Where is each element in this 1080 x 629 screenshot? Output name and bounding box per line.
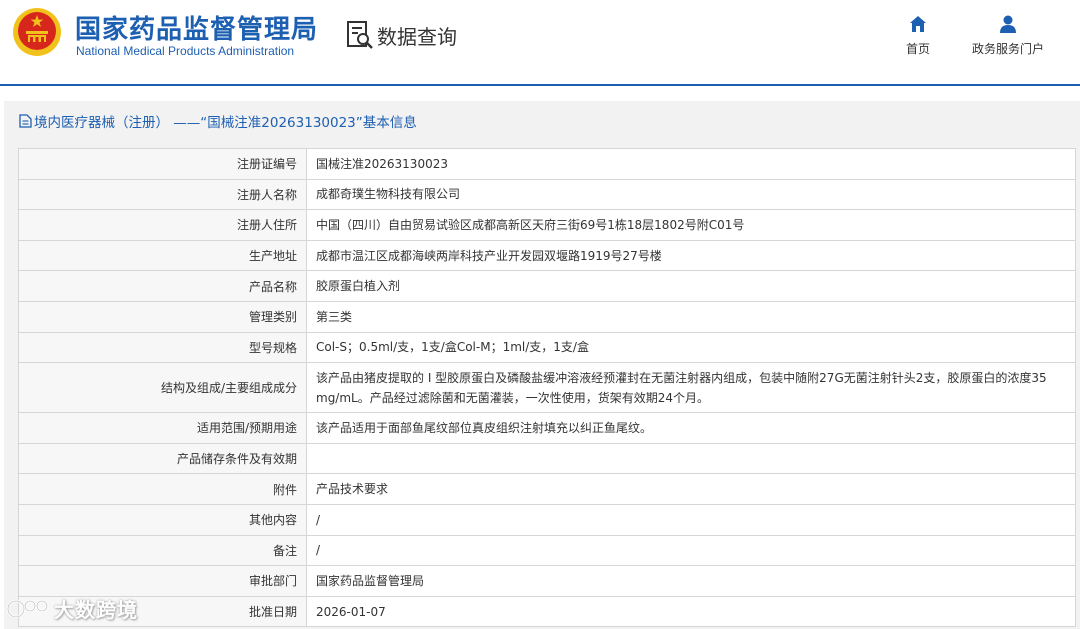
panel-title-text: 境内医疗器械（注册） ——“国械注准20263130023”基本信息 <box>34 115 417 131</box>
field-value: 该产品由猪皮提取的 I 型胶原蛋白及磷酸盐缓冲溶液经预灌封在无菌注射器内组成，包… <box>306 362 1076 414</box>
nav-service-portal[interactable]: 政务服务门户 <box>972 14 1044 57</box>
field-value: 该产品适用于面部鱼尾纹部位真皮组织注射填充以纠正鱼尾纹。 <box>306 412 1076 444</box>
detail-panel: 境内医疗器械（注册） ——“国械注准20263130023”基本信息 注册证编号… <box>4 101 1080 629</box>
document-search-icon <box>347 21 373 49</box>
table-row: 管理类别 第三类 <box>18 300 1076 333</box>
field-value: 第三类 <box>306 300 1076 333</box>
table-row: 生产地址 成都市温江区成都海峡两岸科技产业开发园双堰路1919号27号楼 <box>18 239 1076 272</box>
data-query-heading: 数据查询 <box>346 20 457 50</box>
nav-portal-label: 政务服务门户 <box>972 42 1045 56</box>
site-title-en: National Medical Products Administration <box>76 44 295 58</box>
table-row: 产品名称 胶原蛋白植入剂 <box>18 270 1076 302</box>
site-header: 国家药品监督管理局 National Medical Products Admi… <box>0 0 1080 86</box>
table-row: 备注 / <box>18 534 1076 567</box>
nav-home-label: 首页 <box>906 42 931 56</box>
nav-home[interactable]: 首页 <box>906 14 930 57</box>
watermark-text: 大数跨境 <box>54 598 138 622</box>
table-row: 注册证编号 国械注准20263130023 <box>18 148 1076 180</box>
table-row: 批准日期 2026-01-07 <box>18 595 1076 628</box>
field-label: 管理类别 <box>18 300 307 333</box>
field-value: / <box>306 534 1076 567</box>
field-value: 成都奇璞生物科技有限公司 <box>306 178 1076 211</box>
document-icon <box>19 114 32 128</box>
field-label: 生产地址 <box>18 239 307 272</box>
table-row: 审批部门 国家药品监督管理局 <box>18 565 1076 597</box>
table-row: 型号规格 Col-S；0.5ml/支，1支/盒Col-M；1ml/支，1支/盒 <box>18 331 1076 364</box>
table-row: 产品储存条件及有效期 <box>18 442 1076 475</box>
data-query-label: 数据查询 <box>377 24 457 49</box>
field-label: 产品名称 <box>18 270 307 302</box>
home-icon <box>910 16 926 32</box>
field-value: 国械注准20263130023 <box>306 148 1076 180</box>
field-value: / <box>306 503 1076 536</box>
table-row: 其他内容 / <box>18 503 1076 536</box>
field-value: 中国（四川）自由贸易试验区成都高新区天府三街69号1栋18层1802号附C01号 <box>306 209 1076 241</box>
field-value: 产品技术要求 <box>306 473 1076 505</box>
field-value: 成都市温江区成都海峡两岸科技产业开发园双堰路1919号27号楼 <box>306 239 1076 272</box>
field-label: 注册人名称 <box>18 178 307 211</box>
watermark-logo-icon <box>6 599 49 618</box>
table-row: 注册人名称 成都奇璞生物科技有限公司 <box>18 178 1076 211</box>
field-label: 审批部门 <box>18 565 307 597</box>
watermark: 大数跨境 <box>6 594 138 623</box>
field-label: 注册证编号 <box>18 148 307 180</box>
table-row: 注册人住所 中国（四川）自由贸易试验区成都高新区天府三街69号1栋18层1802号… <box>18 209 1076 241</box>
field-value: 胶原蛋白植入剂 <box>306 270 1076 302</box>
field-label: 型号规格 <box>18 331 307 364</box>
field-label: 其他内容 <box>18 503 307 536</box>
field-label: 备注 <box>18 534 307 567</box>
field-value: 国家药品监督管理局 <box>306 565 1076 597</box>
field-label: 适用范围/预期用途 <box>18 412 307 444</box>
field-label: 附件 <box>18 473 307 505</box>
site-title-cn: 国家药品监督管理局 <box>75 15 319 45</box>
table-row: 结构及组成/主要组成成分 该产品由猪皮提取的 I 型胶原蛋白及磷酸盐缓冲溶液经预灌… <box>18 362 1076 414</box>
registration-info-table: 注册证编号 国械注准20263130023 注册人名称 成都奇璞生物科技有限公司 注… <box>18 148 1076 628</box>
field-label: 结构及组成/主要组成成分 <box>18 362 307 414</box>
panel-title: 境内医疗器械（注册） ——“国械注准20263130023”基本信息 <box>19 111 417 131</box>
user-icon <box>1000 15 1016 33</box>
field-value: 2026-01-07 <box>306 595 1076 628</box>
table-row: 适用范围/预期用途 该产品适用于面部鱼尾纹部位真皮组织注射填充以纠正鱼尾纹。 <box>18 412 1076 444</box>
national-emblem-icon <box>13 8 61 56</box>
field-label: 产品储存条件及有效期 <box>18 442 307 475</box>
field-label: 注册人住所 <box>18 209 307 241</box>
table-row: 附件 产品技术要求 <box>18 473 1076 505</box>
field-value: Col-S；0.5ml/支，1支/盒Col-M；1ml/支，1支/盒 <box>306 331 1076 364</box>
field-value <box>306 442 1076 475</box>
